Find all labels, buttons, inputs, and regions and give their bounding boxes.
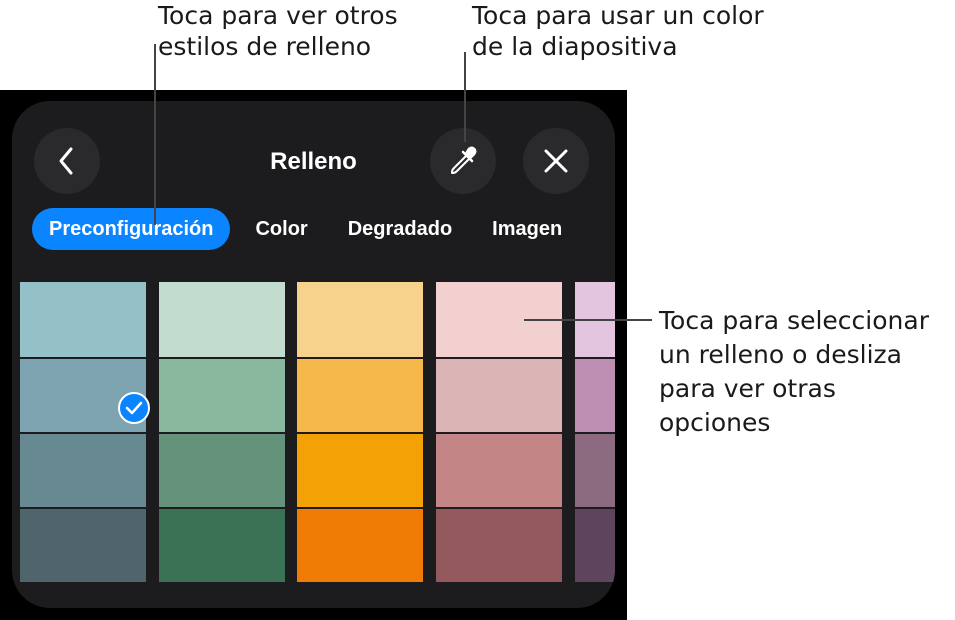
callout-fill-styles: Toca para ver otros estilos de relleno <box>158 1 398 61</box>
leader-line-eyedropper <box>464 52 466 142</box>
swatch-column <box>436 282 562 582</box>
fill-swatch[interactable] <box>297 432 423 507</box>
eyedropper-button[interactable] <box>430 128 496 194</box>
fill-swatch[interactable] <box>297 282 423 357</box>
screen-frame: Relleno Preconfiguración Color Degradado… <box>0 90 627 620</box>
fill-panel: Relleno Preconfiguración Color Degradado… <box>12 101 615 608</box>
preset-swatch-grid <box>20 282 615 582</box>
fill-swatch[interactable] <box>20 432 146 507</box>
tab-preset[interactable]: Preconfiguración <box>32 208 231 250</box>
tab-color[interactable]: Color <box>255 208 307 250</box>
fill-swatch[interactable] <box>575 432 615 507</box>
callout-swatch: Toca para seleccionar un relleno o desli… <box>659 306 929 437</box>
swatch-column <box>575 282 615 582</box>
fill-swatch[interactable] <box>575 507 615 582</box>
leader-line-fill-styles <box>154 44 156 225</box>
swatch-column <box>159 282 285 582</box>
close-icon <box>544 149 568 173</box>
fill-swatch[interactable] <box>575 357 615 432</box>
swatch-column <box>297 282 423 582</box>
fill-style-tabs: Preconfiguración Color Degradado Imagen <box>32 208 562 250</box>
fill-swatch[interactable] <box>159 282 285 357</box>
fill-swatch[interactable] <box>297 357 423 432</box>
fill-swatch[interactable] <box>159 507 285 582</box>
swatch-column <box>20 282 146 582</box>
fill-swatch[interactable] <box>20 282 146 357</box>
callout-eyedropper: Toca para usar un color de la diapositiv… <box>472 1 764 61</box>
fill-swatch[interactable] <box>20 507 146 582</box>
close-button[interactable] <box>523 128 589 194</box>
tab-image[interactable]: Imagen <box>492 208 562 250</box>
fill-swatch[interactable] <box>436 357 562 432</box>
selected-checkmark <box>118 392 150 424</box>
fill-swatch[interactable] <box>159 357 285 432</box>
fill-swatch[interactable] <box>297 507 423 582</box>
fill-swatch[interactable] <box>436 432 562 507</box>
tab-gradient[interactable]: Degradado <box>348 208 452 250</box>
fill-swatch[interactable] <box>159 432 285 507</box>
leader-line-swatch <box>524 319 652 321</box>
checkmark-icon <box>125 401 143 415</box>
eyedropper-icon <box>451 146 477 174</box>
fill-swatch[interactable] <box>436 507 562 582</box>
